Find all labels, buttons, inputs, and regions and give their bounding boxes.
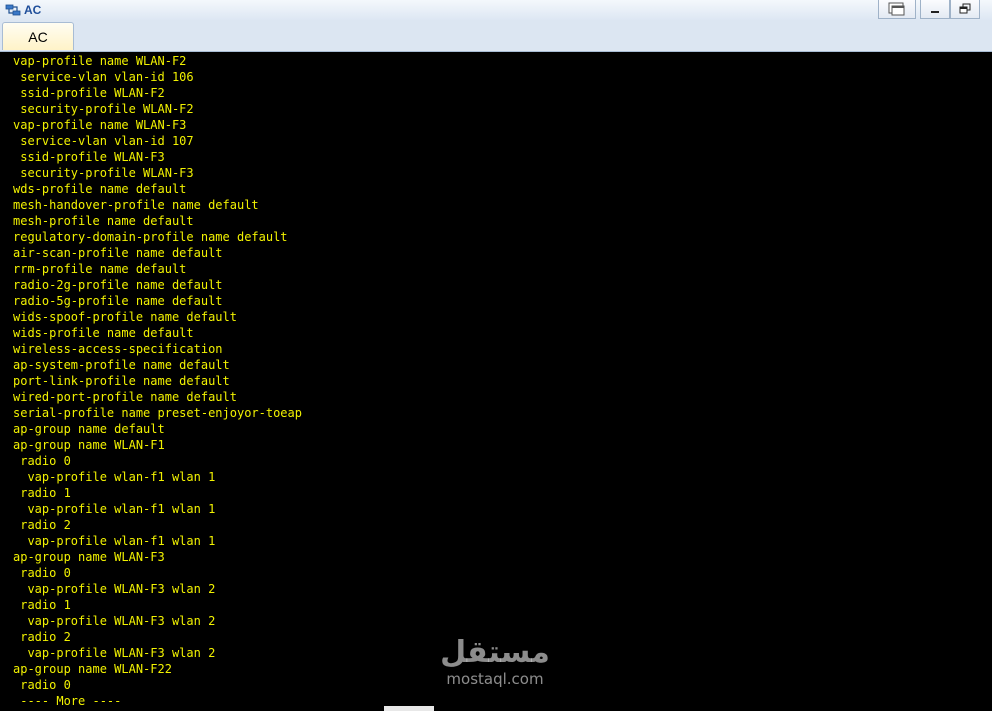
terminal-window: AC AC vap-profile name WLAN-F2 service-v…	[0, 0, 992, 711]
terminal-line: security-profile WLAN-F2	[13, 102, 194, 116]
terminal-output[interactable]: vap-profile name WLAN-F2 service-vlan vl…	[0, 52, 992, 711]
watermark-logo: مستقل mostaql.com	[430, 635, 560, 689]
terminal-line: radio 1	[13, 598, 71, 612]
terminal-line: wids-profile name default	[13, 326, 194, 340]
terminal-line: wired-port-profile name default	[13, 390, 237, 404]
terminal-line: vap-profile WLAN-F3 wlan 2	[13, 646, 216, 660]
title-bar: AC	[0, 0, 992, 21]
terminal-line: ---- More ----	[13, 694, 122, 708]
terminal-line: ap-group name WLAN-F22	[13, 662, 172, 676]
terminal-line: wds-profile name default	[13, 182, 187, 196]
terminal-lines: vap-profile name WLAN-F2 service-vlan vl…	[13, 53, 302, 709]
maximize-icon	[959, 3, 971, 14]
window-title: AC	[24, 3, 42, 17]
terminal-line: serial-profile name preset-enjoyor-toeap	[13, 406, 302, 420]
terminal-line: vap-profile name WLAN-F3	[13, 118, 187, 132]
terminal-line: radio 1	[13, 486, 71, 500]
terminal-line: mesh-handover-profile name default	[13, 198, 259, 212]
terminal-line: ssid-profile WLAN-F2	[13, 86, 165, 100]
minimize-icon	[931, 11, 939, 13]
terminal-line: port-link-profile name default	[13, 374, 230, 388]
maximize-button[interactable]	[950, 0, 980, 19]
terminal-line: radio 2	[13, 630, 71, 644]
horizontal-scrollbar-thumb[interactable]	[384, 706, 434, 711]
terminal-line: radio 0	[13, 678, 71, 692]
terminal-line: ap-system-profile name default	[13, 358, 230, 372]
terminal-line: radio 0	[13, 454, 71, 468]
terminal-line: radio 2	[13, 518, 71, 532]
terminal-line: service-vlan vlan-id 107	[13, 134, 194, 148]
terminal-line: vap-profile WLAN-F3 wlan 2	[13, 582, 216, 596]
terminal-line: air-scan-profile name default	[13, 246, 223, 260]
terminal-line: ap-group name WLAN-F1	[13, 438, 165, 452]
watermark-latin: mostaql.com	[446, 670, 544, 688]
terminal-line: radio-2g-profile name default	[13, 278, 223, 292]
terminal-line: radio-5g-profile name default	[13, 294, 223, 308]
terminal-line: vap-profile name WLAN-F2	[13, 54, 187, 68]
terminal-line: ap-group name WLAN-F3	[13, 550, 165, 564]
tab-ac[interactable]: AC	[2, 22, 74, 50]
terminal-line: security-profile WLAN-F3	[13, 166, 194, 180]
terminal-line: radio 0	[13, 566, 71, 580]
terminal-line: wireless-access-specification	[13, 342, 223, 356]
terminal-line: vap-profile wlan-f1 wlan 1	[13, 502, 216, 516]
network-device-icon	[5, 4, 21, 16]
terminal-line: mesh-profile name default	[13, 214, 194, 228]
restore-windows-button[interactable]	[878, 0, 916, 19]
watermark-arabic: مستقل	[440, 635, 550, 670]
terminal-line: ap-group name default	[13, 422, 165, 436]
terminal-line: regulatory-domain-profile name default	[13, 230, 288, 244]
terminal-line: vap-profile wlan-f1 wlan 1	[13, 534, 216, 548]
restore-icon	[888, 2, 905, 16]
terminal-line: wids-spoof-profile name default	[13, 310, 237, 324]
terminal-line: vap-profile WLAN-F3 wlan 2	[13, 614, 216, 628]
terminal-line: service-vlan vlan-id 106	[13, 70, 194, 84]
minimize-button[interactable]	[920, 0, 950, 19]
terminal-line: vap-profile wlan-f1 wlan 1	[13, 470, 216, 484]
terminal-line: ssid-profile WLAN-F3	[13, 150, 165, 164]
terminal-line: rrm-profile name default	[13, 262, 187, 276]
tab-bar: AC	[0, 20, 992, 52]
